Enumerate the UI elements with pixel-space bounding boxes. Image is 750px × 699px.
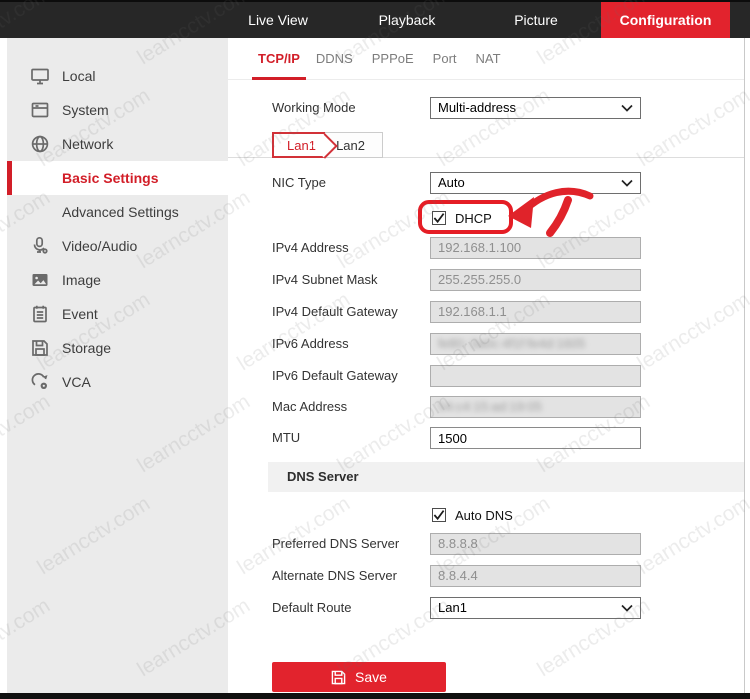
event-notepad-icon [30, 304, 50, 324]
ipv4-default-gateway-label: IPv4 Default Gateway [272, 301, 398, 323]
ipv6-default-gateway-field [430, 365, 641, 387]
sidebar-item-label: System [62, 102, 109, 118]
ipv4-address-label: IPv4 Address [272, 237, 349, 259]
ipv4-address-field: 192.168.1.100 [430, 237, 641, 259]
preferred-dns-label: Preferred DNS Server [272, 533, 399, 555]
working-mode-label: Working Mode [272, 97, 356, 119]
sidebar-item-local[interactable]: Local [7, 59, 228, 93]
auto-dns-label: Auto DNS [455, 508, 513, 523]
default-route-value: Lan1 [438, 598, 467, 618]
tab-tcpip[interactable]: TCP/IP [258, 38, 300, 79]
auto-dns-checkbox[interactable] [432, 508, 446, 522]
nav-live-view[interactable]: Live View [218, 2, 338, 38]
chevron-down-icon [621, 98, 633, 118]
mtu-input[interactable] [430, 427, 641, 449]
sidebar-item-label: Network [62, 136, 113, 152]
mac-address-field: 54:c4:15:ad:19:05 [430, 396, 641, 418]
working-mode-value: Multi-address [438, 98, 516, 118]
image-icon [30, 270, 50, 290]
nav-picture[interactable]: Picture [476, 2, 596, 38]
default-route-select[interactable]: Lan1 [430, 597, 641, 619]
sidebar: Local System Network Basic Settings Adva… [7, 38, 228, 693]
vca-gear-icon [30, 372, 50, 392]
ipv6-address-value: fe80::3a0c:4f1f:fe4d:1605 [438, 336, 585, 351]
ipv4-default-gateway-value: 192.168.1.1 [438, 304, 507, 319]
ipv6-default-gateway-label: IPv6 Default Gateway [272, 365, 398, 387]
alternate-dns-field: 8.8.4.4 [430, 565, 641, 587]
chevron-down-icon [621, 173, 633, 193]
mac-address-value: 54:c4:15:ad:19:05 [438, 399, 542, 414]
dhcp-checkbox-row[interactable]: DHCP [432, 208, 492, 228]
save-button-label: Save [355, 669, 387, 685]
sidebar-item-vca[interactable]: VCA [7, 365, 228, 399]
ipv4-default-gateway-field: 192.168.1.1 [430, 301, 641, 323]
ipv4-address-value: 192.168.1.100 [438, 240, 521, 255]
sidebar-item-label: Basic Settings [62, 170, 158, 186]
auto-dns-checkbox-row[interactable]: Auto DNS [432, 505, 513, 525]
system-window-icon [30, 100, 50, 120]
dhcp-label: DHCP [455, 211, 492, 226]
ipv6-address-field: fe80::3a0c:4f1f:fe4d:1605 [430, 333, 641, 355]
sidebar-item-label: Local [62, 68, 95, 84]
tab-ddns[interactable]: DDNS [316, 38, 353, 79]
sidebar-item-basic-settings[interactable]: Basic Settings [7, 161, 228, 195]
tab-pppoe[interactable]: PPPoE [372, 38, 414, 79]
alternate-dns-label: Alternate DNS Server [272, 565, 397, 587]
tcpip-settings-panel: TCP/IP DDNS PPPoE Port NAT Working Mode … [228, 38, 745, 693]
sidebar-item-system[interactable]: System [7, 93, 228, 127]
preferred-dns-field: 8.8.8.8 [430, 533, 641, 555]
sidebar-item-storage[interactable]: Storage [7, 331, 228, 365]
sidebar-item-label: Video/Audio [62, 238, 137, 254]
ipv6-address-label: IPv6 Address [272, 333, 349, 355]
storage-disk-icon [30, 338, 50, 358]
globe-icon [30, 134, 50, 154]
sidebar-item-label: Event [62, 306, 98, 322]
nic-type-select[interactable]: Auto [430, 172, 641, 194]
sidebar-item-image[interactable]: Image [7, 263, 228, 297]
nav-playback[interactable]: Playback [347, 2, 467, 38]
sidebar-item-network[interactable]: Network [7, 127, 228, 161]
dns-server-section-header: DNS Server [268, 462, 744, 492]
lan-tabs-row: Lan2 Lan1 [228, 131, 744, 158]
preferred-dns-value: 8.8.8.8 [438, 536, 478, 551]
default-route-label: Default Route [272, 597, 352, 619]
sidebar-item-event[interactable]: Event [7, 297, 228, 331]
sidebar-item-label: VCA [62, 374, 91, 390]
sidebar-item-advanced-settings[interactable]: Advanced Settings [7, 195, 228, 229]
dhcp-checkbox[interactable] [432, 211, 446, 225]
sidebar-item-video-audio[interactable]: Video/Audio [7, 229, 228, 263]
save-floppy-icon [331, 670, 346, 685]
ipv4-subnet-mask-field: 255.255.255.0 [430, 269, 641, 291]
tab-nat[interactable]: NAT [476, 38, 501, 79]
nic-type-value: Auto [438, 173, 465, 193]
save-button[interactable]: Save [272, 662, 446, 692]
nic-type-label: NIC Type [272, 172, 326, 194]
ipv4-subnet-mask-label: IPv4 Subnet Mask [272, 269, 378, 291]
ipv4-subnet-mask-value: 255.255.255.0 [438, 272, 521, 287]
tab-port[interactable]: Port [433, 38, 457, 79]
top-nav: Live View Playback Picture Configuration [0, 0, 750, 38]
sidebar-item-label: Image [62, 272, 101, 288]
working-mode-select[interactable]: Multi-address [430, 97, 641, 119]
tab-lan1[interactable]: Lan1 [272, 132, 325, 158]
sidebar-item-label: Storage [62, 340, 111, 356]
microphone-icon [30, 236, 50, 256]
alternate-dns-value: 8.8.4.4 [438, 568, 478, 583]
mac-address-label: Mac Address [272, 396, 347, 418]
mtu-label: MTU [272, 427, 300, 449]
network-tabs: TCP/IP DDNS PPPoE Port NAT [228, 38, 744, 80]
window-bottom-border [0, 693, 750, 699]
sidebar-item-label: Advanced Settings [62, 204, 179, 220]
nav-configuration[interactable]: Configuration [601, 2, 730, 38]
chevron-down-icon [621, 598, 633, 618]
monitor-icon [30, 66, 50, 86]
